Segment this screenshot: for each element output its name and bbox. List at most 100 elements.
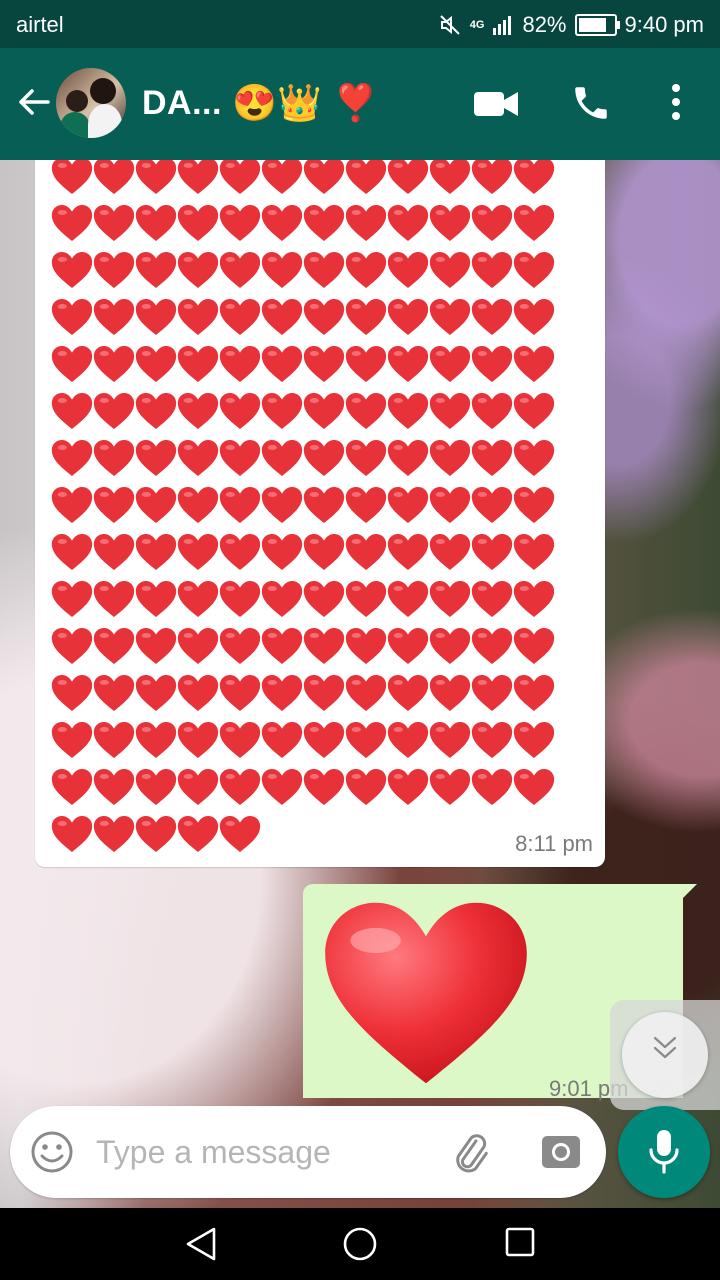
phone-icon[interactable] <box>570 82 612 124</box>
heart-emoji <box>135 484 177 526</box>
heart-emoji <box>219 625 261 667</box>
signal-icon <box>493 16 512 35</box>
heart-emoji <box>513 202 555 244</box>
heart-emoji <box>513 531 555 573</box>
heart-emoji <box>51 437 93 479</box>
heart-emoji <box>177 719 219 761</box>
heart-row <box>51 763 591 810</box>
heart-emoji <box>93 249 135 291</box>
heart-emoji <box>471 296 513 338</box>
heart-emoji <box>471 437 513 479</box>
video-call-icon[interactable] <box>474 90 518 118</box>
heart-emoji <box>345 719 387 761</box>
heart-emoji <box>261 296 303 338</box>
contact-name[interactable]: DA... 😍👑 ❣️ <box>142 82 378 124</box>
avatar[interactable] <box>56 68 126 138</box>
heart-emoji <box>219 719 261 761</box>
heart-emoji <box>513 625 555 667</box>
heart-emoji <box>177 343 219 385</box>
heart-emoji <box>135 437 177 479</box>
message-composer: Type a message <box>10 1106 606 1198</box>
heart-emoji <box>177 390 219 432</box>
mic-button[interactable] <box>618 1106 710 1198</box>
heart-emoji <box>429 578 471 620</box>
emoji-icon[interactable] <box>30 1130 74 1174</box>
heart-emoji <box>303 202 345 244</box>
heart-row <box>51 293 591 340</box>
heart-emoji <box>471 672 513 714</box>
heart-emoji <box>177 296 219 338</box>
back-triangle-icon[interactable] <box>184 1226 218 1262</box>
heart-emoji <box>219 249 261 291</box>
heart-emoji <box>219 437 261 479</box>
heart-emoji <box>387 719 429 761</box>
back-arrow-icon[interactable] <box>14 82 54 122</box>
heart-emoji <box>303 625 345 667</box>
heart-emoji <box>135 625 177 667</box>
heart-emoji <box>471 766 513 808</box>
more-options-icon[interactable] <box>664 82 688 122</box>
heart-emoji <box>135 249 177 291</box>
clock: 9:40 pm <box>624 12 705 37</box>
mute-icon <box>440 15 460 35</box>
heart-emoji <box>219 296 261 338</box>
heart-emoji <box>51 249 93 291</box>
heart-emoji <box>513 484 555 526</box>
heart-emoji <box>261 578 303 620</box>
heart-emoji <box>51 719 93 761</box>
heart-emoji <box>303 249 345 291</box>
heart-emoji <box>51 625 93 667</box>
heart-emoji <box>387 343 429 385</box>
heart-emoji <box>261 160 303 197</box>
heart-emoji <box>387 296 429 338</box>
heart-emoji <box>177 484 219 526</box>
heart-emoji <box>219 343 261 385</box>
camera-icon[interactable] <box>540 1130 582 1172</box>
home-circle-icon[interactable] <box>342 1226 378 1262</box>
heart-emoji <box>513 160 555 197</box>
heart-row <box>51 199 591 246</box>
attach-icon[interactable] <box>448 1130 494 1176</box>
heart-emoji <box>387 160 429 197</box>
heart-emoji <box>303 437 345 479</box>
heart-emoji <box>345 578 387 620</box>
heart-emoji <box>345 766 387 808</box>
heart-emoji <box>345 343 387 385</box>
scroll-to-bottom-button[interactable] <box>610 1000 720 1110</box>
incoming-message-bubble[interactable]: 8:11 pm <box>35 160 605 867</box>
heart-emoji <box>513 672 555 714</box>
heart-emoji <box>387 766 429 808</box>
heart-emoji <box>471 719 513 761</box>
heart-emoji <box>513 390 555 432</box>
heart-row <box>51 810 591 857</box>
heart-emoji <box>177 160 219 197</box>
heart-emoji <box>51 390 93 432</box>
heart-emoji <box>177 249 219 291</box>
heart-emoji <box>471 249 513 291</box>
heart-emoji <box>387 578 429 620</box>
chat-header: DA... 😍👑 ❣️ <box>0 48 720 160</box>
recents-square-icon[interactable] <box>504 1226 536 1258</box>
heart-emoji <box>93 343 135 385</box>
heart-emoji <box>135 719 177 761</box>
message-input[interactable]: Type a message <box>96 1134 331 1171</box>
heart-emoji <box>303 343 345 385</box>
contact-name-emojis: 😍👑 ❣️ <box>231 82 379 123</box>
heart-emoji <box>261 625 303 667</box>
heart-emoji <box>513 296 555 338</box>
heart-emoji <box>93 202 135 244</box>
heart-emoji <box>51 766 93 808</box>
heart-emoji <box>345 672 387 714</box>
heart-emoji <box>261 202 303 244</box>
heart-emoji <box>51 296 93 338</box>
heart-emoji <box>471 625 513 667</box>
heart-emoji <box>177 202 219 244</box>
heart-emoji <box>219 160 261 197</box>
heart-emoji <box>303 766 345 808</box>
heart-emoji <box>135 343 177 385</box>
mic-icon <box>649 1130 679 1174</box>
heart-row <box>51 246 591 293</box>
network-type-label: 4G <box>469 19 485 31</box>
heart-emoji <box>429 249 471 291</box>
heart-row <box>51 622 591 669</box>
